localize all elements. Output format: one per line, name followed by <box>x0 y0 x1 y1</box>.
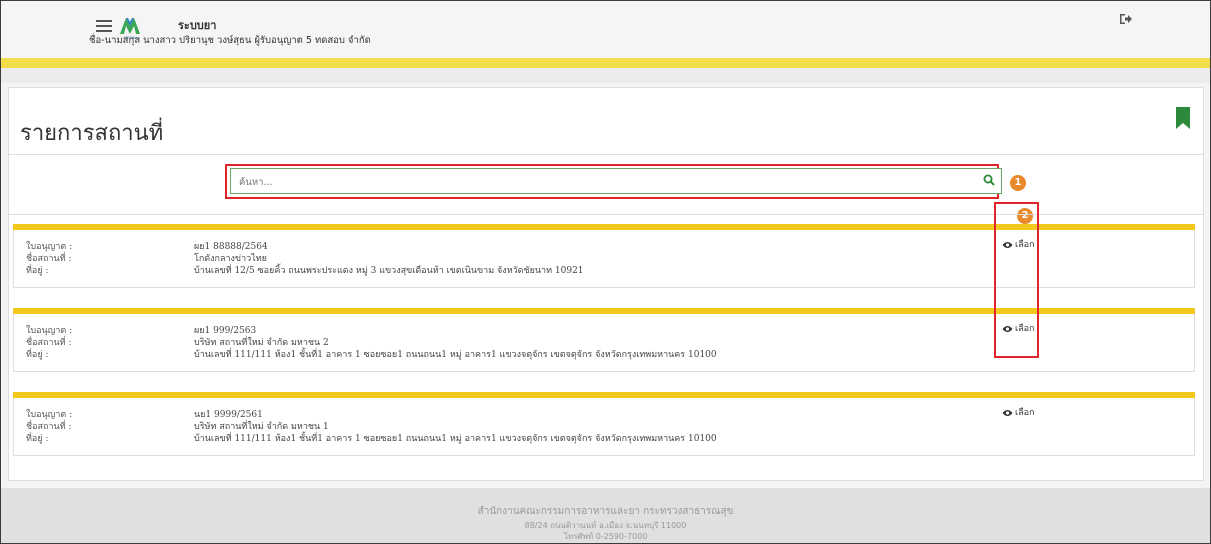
system-name: ระบบยา <box>178 19 217 32</box>
footer: สำนักงานคณะกรรมการอาหารและยา กระทรวงสาธา… <box>1 488 1210 543</box>
select-highlight-box <box>994 202 1039 358</box>
page-title: รายการสถานที่ <box>20 121 164 146</box>
address-value: บ้านเลขที่ 12/5 ซอยคิ้ว ถนนพระประแดง หมู… <box>194 266 584 276</box>
callout-badge-1: 1 <box>1010 175 1026 191</box>
footer-phone: โทรศัพท์ 0-2590-7000 <box>563 532 648 541</box>
address-label: ที่อยู่ : <box>26 434 49 444</box>
search-field[interactable] <box>230 168 1002 195</box>
logout-icon[interactable] <box>1119 13 1133 25</box>
bookmark-icon[interactable] <box>1176 107 1190 129</box>
search-input[interactable] <box>231 169 981 195</box>
title-divider <box>9 154 1203 155</box>
header-gap <box>1 68 1210 83</box>
menu-icon[interactable] <box>96 20 112 32</box>
top-header: MESHing ระบบยา ชื่อ-นามสกุล นางสาว ปริยา… <box>1 1 1210 57</box>
address-value: บ้านเลขที่ 111/111 ห้อง1 ชั้นที่1 อาคาร … <box>194 350 717 360</box>
user-info: ชื่อ-นามสกุล นางสาว ปริยานุช วงษ์สุธน ผู… <box>89 35 371 46</box>
search-icon[interactable] <box>983 174 995 186</box>
select-label: เลือก <box>1015 408 1035 418</box>
place-card: ใบอนุญาต : ชื่อสถานที่ : ที่อยู่ : นย1 9… <box>13 392 1195 456</box>
address-label: ที่อยู่ : <box>26 266 49 276</box>
eye-icon <box>1002 409 1013 416</box>
card-accent-bar <box>13 392 1195 398</box>
select-button[interactable]: เลือก <box>1002 405 1034 419</box>
header-accent-bar <box>1 58 1210 68</box>
address-value: บ้านเลขที่ 111/111 ห้อง1 ชั้นที่1 อาคาร … <box>194 434 717 444</box>
app-frame: MESHing ระบบยา ชื่อ-นามสกุล นางสาว ปริยา… <box>0 0 1211 544</box>
address-label: ที่อยู่ : <box>26 350 49 360</box>
footer-org: สำนักงานคณะกรรมการอาหารและยา กระทรวงสาธา… <box>477 506 734 517</box>
